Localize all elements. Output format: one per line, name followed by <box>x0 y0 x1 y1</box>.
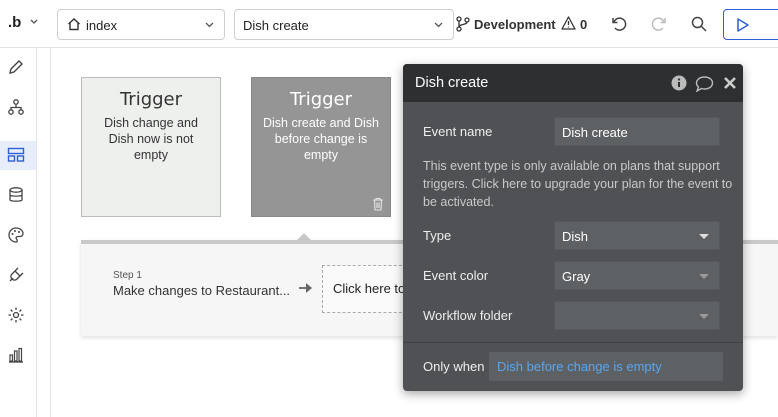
play-icon <box>737 18 749 32</box>
workflow-icon[interactable] <box>7 98 25 116</box>
trigger-title: Trigger <box>119 89 183 110</box>
workflow-folder-dropdown[interactable] <box>554 301 720 330</box>
event-color-label: Event color <box>423 268 489 283</box>
environment-selector[interactable]: Development <box>474 17 556 32</box>
home-icon <box>68 18 80 31</box>
left-sidebar <box>0 48 37 417</box>
only-when-expression[interactable]: Dish before change is empty <box>497 359 662 374</box>
preview-button[interactable] <box>723 9 778 40</box>
only-when-label: Only when <box>423 359 485 374</box>
event-name-value: Dish create <box>562 125 628 140</box>
arrow-right-icon <box>299 283 312 293</box>
event-property-panel: Dish create Event name Dish create This … <box>403 64 743 391</box>
step-number: Step 1 <box>113 270 142 281</box>
step-1-action[interactable]: Make changes to Restaurant... <box>113 283 290 298</box>
dropdown-arrow-icon <box>699 234 709 239</box>
chevron-down-icon[interactable] <box>30 18 38 26</box>
issue-count[interactable]: 0 <box>580 17 587 32</box>
panel-title: Dish create <box>415 75 489 91</box>
database-icon[interactable] <box>7 186 25 204</box>
settings-gear-icon[interactable] <box>7 306 25 324</box>
undo-icon[interactable] <box>610 15 628 33</box>
event-color-value: Gray <box>562 269 591 284</box>
trigger-description: Dish create and Dish before change is em… <box>262 116 380 162</box>
dropdown-arrow-icon <box>699 274 709 279</box>
chevron-down-icon <box>205 22 214 28</box>
page-selector-value: index <box>86 18 118 33</box>
event-name-label: Event name <box>423 124 493 139</box>
panel-header: Dish create <box>403 64 743 102</box>
only-when-condition-input[interactable]: Dish before change is empty <box>489 352 723 381</box>
trigger-description: Dish change and Dish now is not empty <box>104 116 198 162</box>
page-selector[interactable]: index <box>57 9 225 40</box>
chevron-down-icon <box>434 22 443 28</box>
close-icon[interactable] <box>723 76 737 90</box>
trash-icon[interactable] <box>372 197 384 211</box>
logs-chart-icon[interactable] <box>7 346 25 364</box>
branch-icon[interactable] <box>456 16 470 32</box>
event-name-input[interactable]: Dish create <box>554 117 720 146</box>
redo-icon[interactable] <box>650 15 668 33</box>
type-label: Type <box>423 228 452 243</box>
event-color-dropdown[interactable]: Gray <box>554 261 720 290</box>
trigger-card-dish-create[interactable]: Trigger Dish create and Dish before chan… <box>251 77 391 217</box>
dropdown-arrow-icon <box>699 314 709 319</box>
top-bar: .b index Dish create Development 0 <box>0 0 778 48</box>
workflow-folder-label: Workflow folder <box>423 308 513 323</box>
trigger-title: Trigger <box>289 89 353 110</box>
search-icon[interactable] <box>690 15 708 33</box>
app-logo[interactable]: .b <box>8 14 21 31</box>
design-pencil-icon[interactable] <box>7 58 25 76</box>
trigger-card-dish-change[interactable]: Trigger Dish change and Dish now is not … <box>81 77 221 217</box>
workflow-selector-value: Dish create <box>243 18 309 33</box>
info-icon[interactable] <box>671 75 687 91</box>
comment-icon[interactable] <box>695 75 714 92</box>
workflow-editor-icon[interactable] <box>7 146 25 164</box>
type-value: Dish <box>562 229 589 244</box>
warning-icon[interactable] <box>561 16 576 30</box>
styles-palette-icon[interactable] <box>7 226 25 244</box>
panel-divider <box>403 342 743 343</box>
type-dropdown[interactable]: Dish <box>554 221 720 250</box>
workflow-selector[interactable]: Dish create <box>234 9 454 40</box>
add-action-button[interactable]: Click here to add an action... <box>322 265 412 313</box>
upgrade-plan-notice[interactable]: This event type is only available on pla… <box>423 157 733 211</box>
plugins-icon[interactable] <box>7 266 25 284</box>
